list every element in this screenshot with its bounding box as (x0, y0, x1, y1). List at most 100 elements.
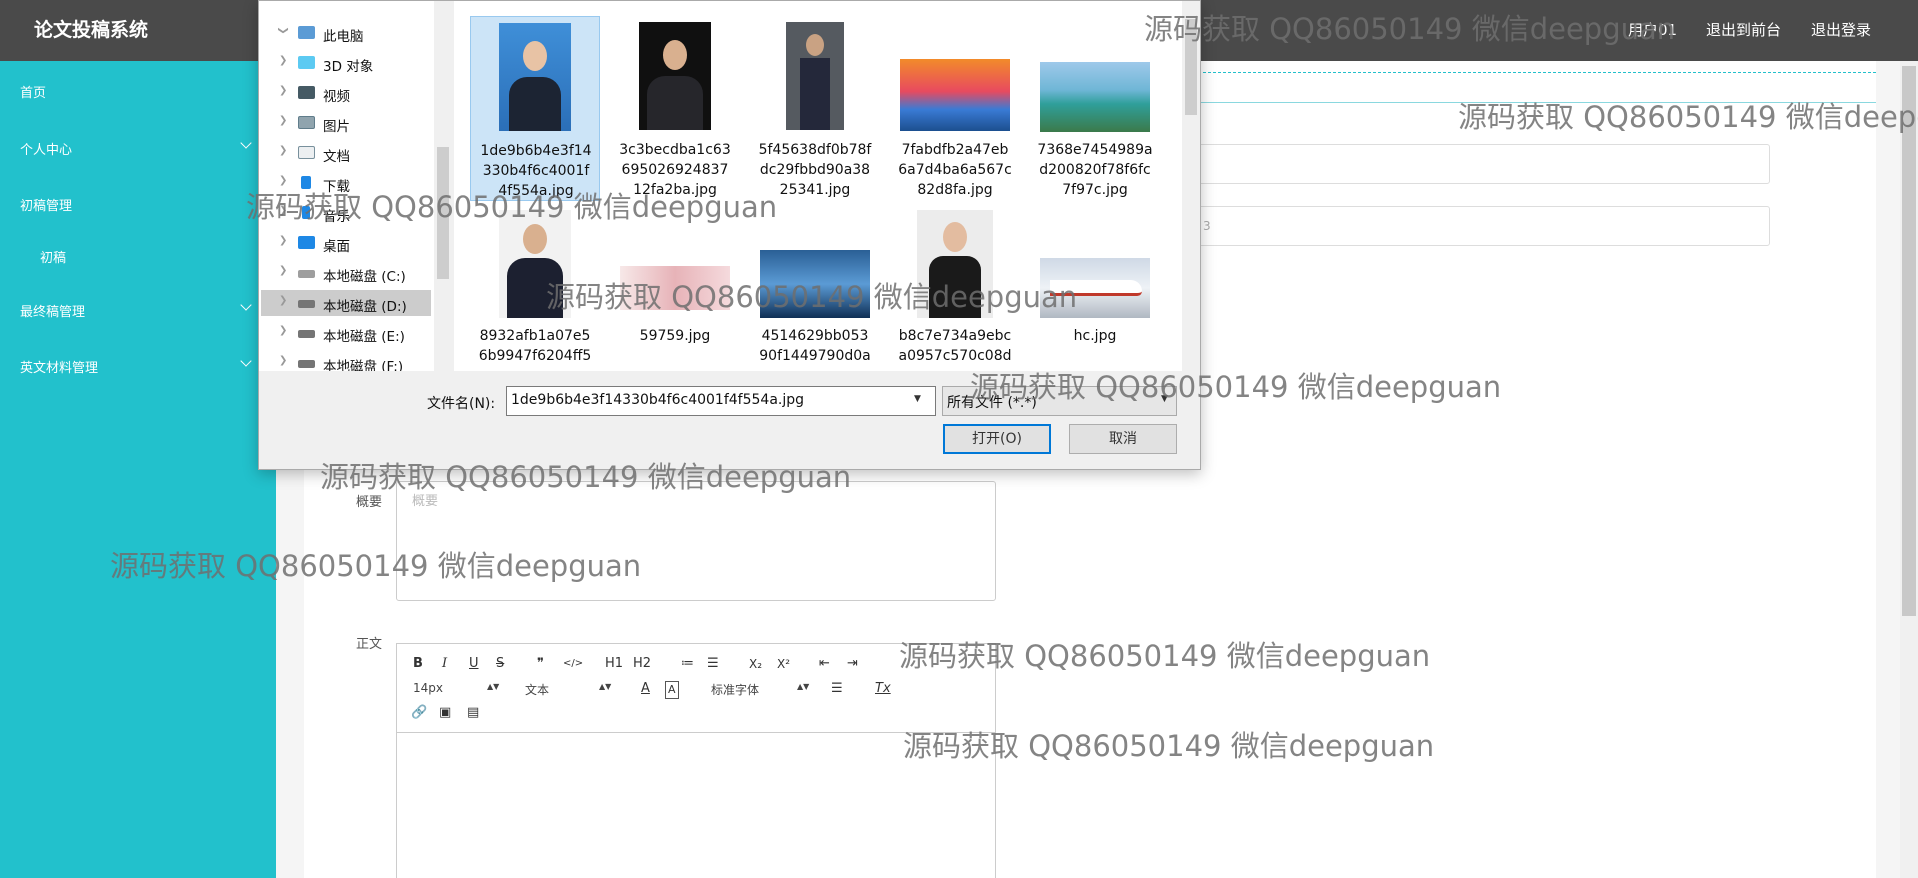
file-item[interactable]: 7368e7454989a d200820f78f6fc 7f97c.jpg (1030, 16, 1160, 201)
file-item[interactable]: 4514629bb053 90f1449790d0a (750, 206, 880, 371)
file-name: 7368e7454989a d200820f78f6fc 7f97c.jpg (1037, 142, 1153, 198)
tree-item-desktop[interactable]: ❯ 桌面 (261, 230, 431, 256)
chevron-right-icon: ❯ (279, 265, 288, 276)
sidebar-item-draft[interactable]: 初稿 (40, 247, 66, 266)
updown-icon: ▲▼ (797, 682, 810, 691)
portrait-thumbnail (499, 23, 571, 131)
desktop-folder-icon (298, 236, 315, 249)
tree-item-videos[interactable]: ❯ 视频 (261, 80, 431, 106)
chevron-down-icon[interactable]: ▼ (914, 394, 921, 404)
align-button[interactable]: ☰ (831, 681, 843, 697)
music-folder-icon (302, 206, 310, 219)
tree-item-drive-d[interactable]: ❯ 本地磁盘 (D:) (261, 290, 431, 316)
sidebar-item-draft-management[interactable]: 初稿管理 (20, 195, 72, 214)
tree-item-documents[interactable]: ❯ 文档 (261, 140, 431, 166)
sidebar-item-final-management[interactable]: 最终稿管理 (20, 301, 85, 320)
font-family-select[interactable]: 标准字体 ▲▼ (711, 681, 809, 698)
image-icon[interactable]: ▣ (439, 705, 451, 721)
h2-button[interactable]: H2 (633, 656, 651, 672)
pictures-folder-icon (298, 116, 315, 129)
tree-item-3d-objects[interactable]: ❯ 3D 对象 (261, 50, 431, 76)
file-grid-scrollbar-thumb[interactable] (1185, 19, 1197, 115)
drive-icon (298, 270, 315, 278)
chevron-right-icon: ❯ (279, 85, 288, 96)
tree-item-pictures[interactable]: ❯ 图片 (261, 110, 431, 136)
tree-item-downloads[interactable]: ❯ 下载 (261, 170, 431, 196)
file-name: 4514629bb053 90f1449790d0a (759, 328, 871, 364)
filename-input[interactable]: 1de9b6b4e3f14330b4f6c4001f4f554a.jpg (506, 386, 936, 416)
superscript-button[interactable]: X² (777, 656, 790, 672)
clear-format-button[interactable]: Tx (875, 681, 891, 697)
file-item[interactable]: 3c3becdba1c63 695026924837 12fa2ba.jpg (610, 16, 740, 201)
tree-item-drive-f[interactable]: ❯ 本地磁盘 (F:) (261, 350, 431, 371)
open-button[interactable]: 打开(O) (943, 424, 1051, 454)
landscape-thumbnail (1040, 258, 1150, 318)
tree-item-label: 本地磁盘 (E:) (323, 329, 405, 345)
tree-item-this-pc[interactable]: ❯ 此电脑 (261, 20, 431, 46)
filetype-select[interactable]: 所有文件 (*.*) (942, 386, 1177, 416)
tree-item-music[interactable]: ❯ 音乐 (261, 200, 431, 226)
quote-button[interactable]: ❞ (537, 656, 544, 672)
tree-item-label: 文档 (323, 149, 350, 165)
tree-item-label: 图片 (323, 119, 350, 135)
tree-item-drive-c[interactable]: ❯ 本地磁盘 (C:) (261, 260, 431, 286)
file-item[interactable]: 59759.jpg (610, 206, 740, 371)
tree-item-drive-e[interactable]: ❯ 本地磁盘 (E:) (261, 320, 431, 346)
tree-item-label: 3D 对象 (323, 59, 374, 75)
file-name: 5f45638df0b78f dc29fbbd90a38 25341.jpg (758, 142, 872, 198)
link-icon[interactable]: 🔗 (411, 705, 427, 721)
outdent-button[interactable]: ⇤ (819, 656, 830, 672)
form-input[interactable]: 3 (1198, 206, 1770, 246)
sidebar-item-english-material[interactable]: 英文材料管理 (20, 357, 98, 376)
page-scrollbar-thumb[interactable] (1902, 66, 1916, 616)
indent-button[interactable]: ⇥ (847, 656, 858, 672)
ordered-list-button[interactable]: ≔ (681, 656, 694, 672)
file-item[interactable]: 1de9b6b4e3f14 330b4f6c4001f 4f554a.jpg (470, 16, 600, 201)
drive-icon (298, 330, 315, 338)
file-item[interactable]: 8932afb1a07e5 6b9947f6204ff5 (470, 206, 600, 371)
font-color-button[interactable]: A (641, 681, 650, 697)
logout-link[interactable]: 退出登录 (1811, 19, 1871, 40)
chevron-right-icon: ❯ (279, 115, 288, 126)
divider (1198, 72, 1876, 73)
bullet-list-button[interactable]: ☰ (707, 656, 719, 672)
folder-tree: ❯ 此电脑 ❯ 3D 对象 ❯ 视频 ❯ 图片 ❯ 文档 ❯ 下载 ❯ 音乐 ❯… (259, 1, 434, 371)
updown-icon: ▲▼ (487, 682, 500, 691)
file-item[interactable]: 7fabdfb2a47eb 6a7d4ba6a567c 82d8fa.jpg (890, 16, 1020, 201)
user-label: 用户01 (1628, 21, 1678, 39)
chevron-down-icon (240, 137, 252, 149)
strike-button[interactable]: S (496, 656, 504, 672)
format-select[interactable]: 文本 ▲▼ (525, 681, 611, 698)
file-item[interactable]: 5f45638df0b78f dc29fbbd90a38 25341.jpg (750, 16, 880, 201)
format-value: 文本 (525, 683, 550, 697)
background-color-button[interactable]: A (665, 681, 679, 699)
video-icon[interactable]: ▤ (467, 705, 479, 721)
file-open-dialog: ❯ 此电脑 ❯ 3D 对象 ❯ 视频 ❯ 图片 ❯ 文档 ❯ 下载 ❯ 音乐 ❯… (258, 0, 1201, 470)
subscript-button[interactable]: X₂ (749, 656, 762, 672)
file-item[interactable]: b8c7e734a9ebc a0957c570c08d (890, 206, 1020, 371)
h1-button[interactable]: H1 (605, 656, 623, 672)
cancel-button[interactable]: 取消 (1069, 424, 1177, 454)
back-to-front-link[interactable]: 退出到前台 (1706, 19, 1781, 40)
download-folder-icon (301, 176, 311, 189)
landscape-thumbnail (760, 250, 870, 318)
summary-textarea[interactable]: 概要 (396, 481, 996, 601)
rich-text-editor[interactable]: B I U S ❞ </> H1 H2 ≔ ☰ X₂ X² ⇤ ⇥ 14px ▲▼… (396, 643, 996, 878)
sidebar-item-personal-center[interactable]: 个人中心 (20, 139, 72, 158)
underline-button[interactable]: U (469, 656, 479, 672)
form-input[interactable] (1198, 144, 1770, 184)
filename-label: 文件名(N): (427, 396, 496, 412)
file-item[interactable]: hc.jpg (1030, 206, 1160, 371)
tree-item-label: 此电脑 (323, 29, 364, 45)
tree-item-label: 本地磁盘 (F:) (323, 359, 404, 371)
code-button[interactable]: </> (563, 656, 583, 672)
italic-button[interactable]: I (442, 656, 447, 672)
file-name: 1de9b6b4e3f14 330b4f6c4001f 4f554a.jpg (480, 143, 592, 199)
bold-button[interactable]: B (413, 656, 423, 672)
sidebar-item-home[interactable]: 首页 (20, 82, 46, 101)
sidebar: 首页 个人中心 初稿管理 初稿 最终稿管理 英文材料管理 (0, 61, 276, 878)
chevron-down-icon[interactable]: ▼ (1161, 394, 1168, 404)
font-size-select[interactable]: 14px ▲▼ (413, 681, 499, 695)
tree-scrollbar-thumb[interactable] (437, 147, 449, 279)
chevron-right-icon: ❯ (279, 355, 288, 366)
